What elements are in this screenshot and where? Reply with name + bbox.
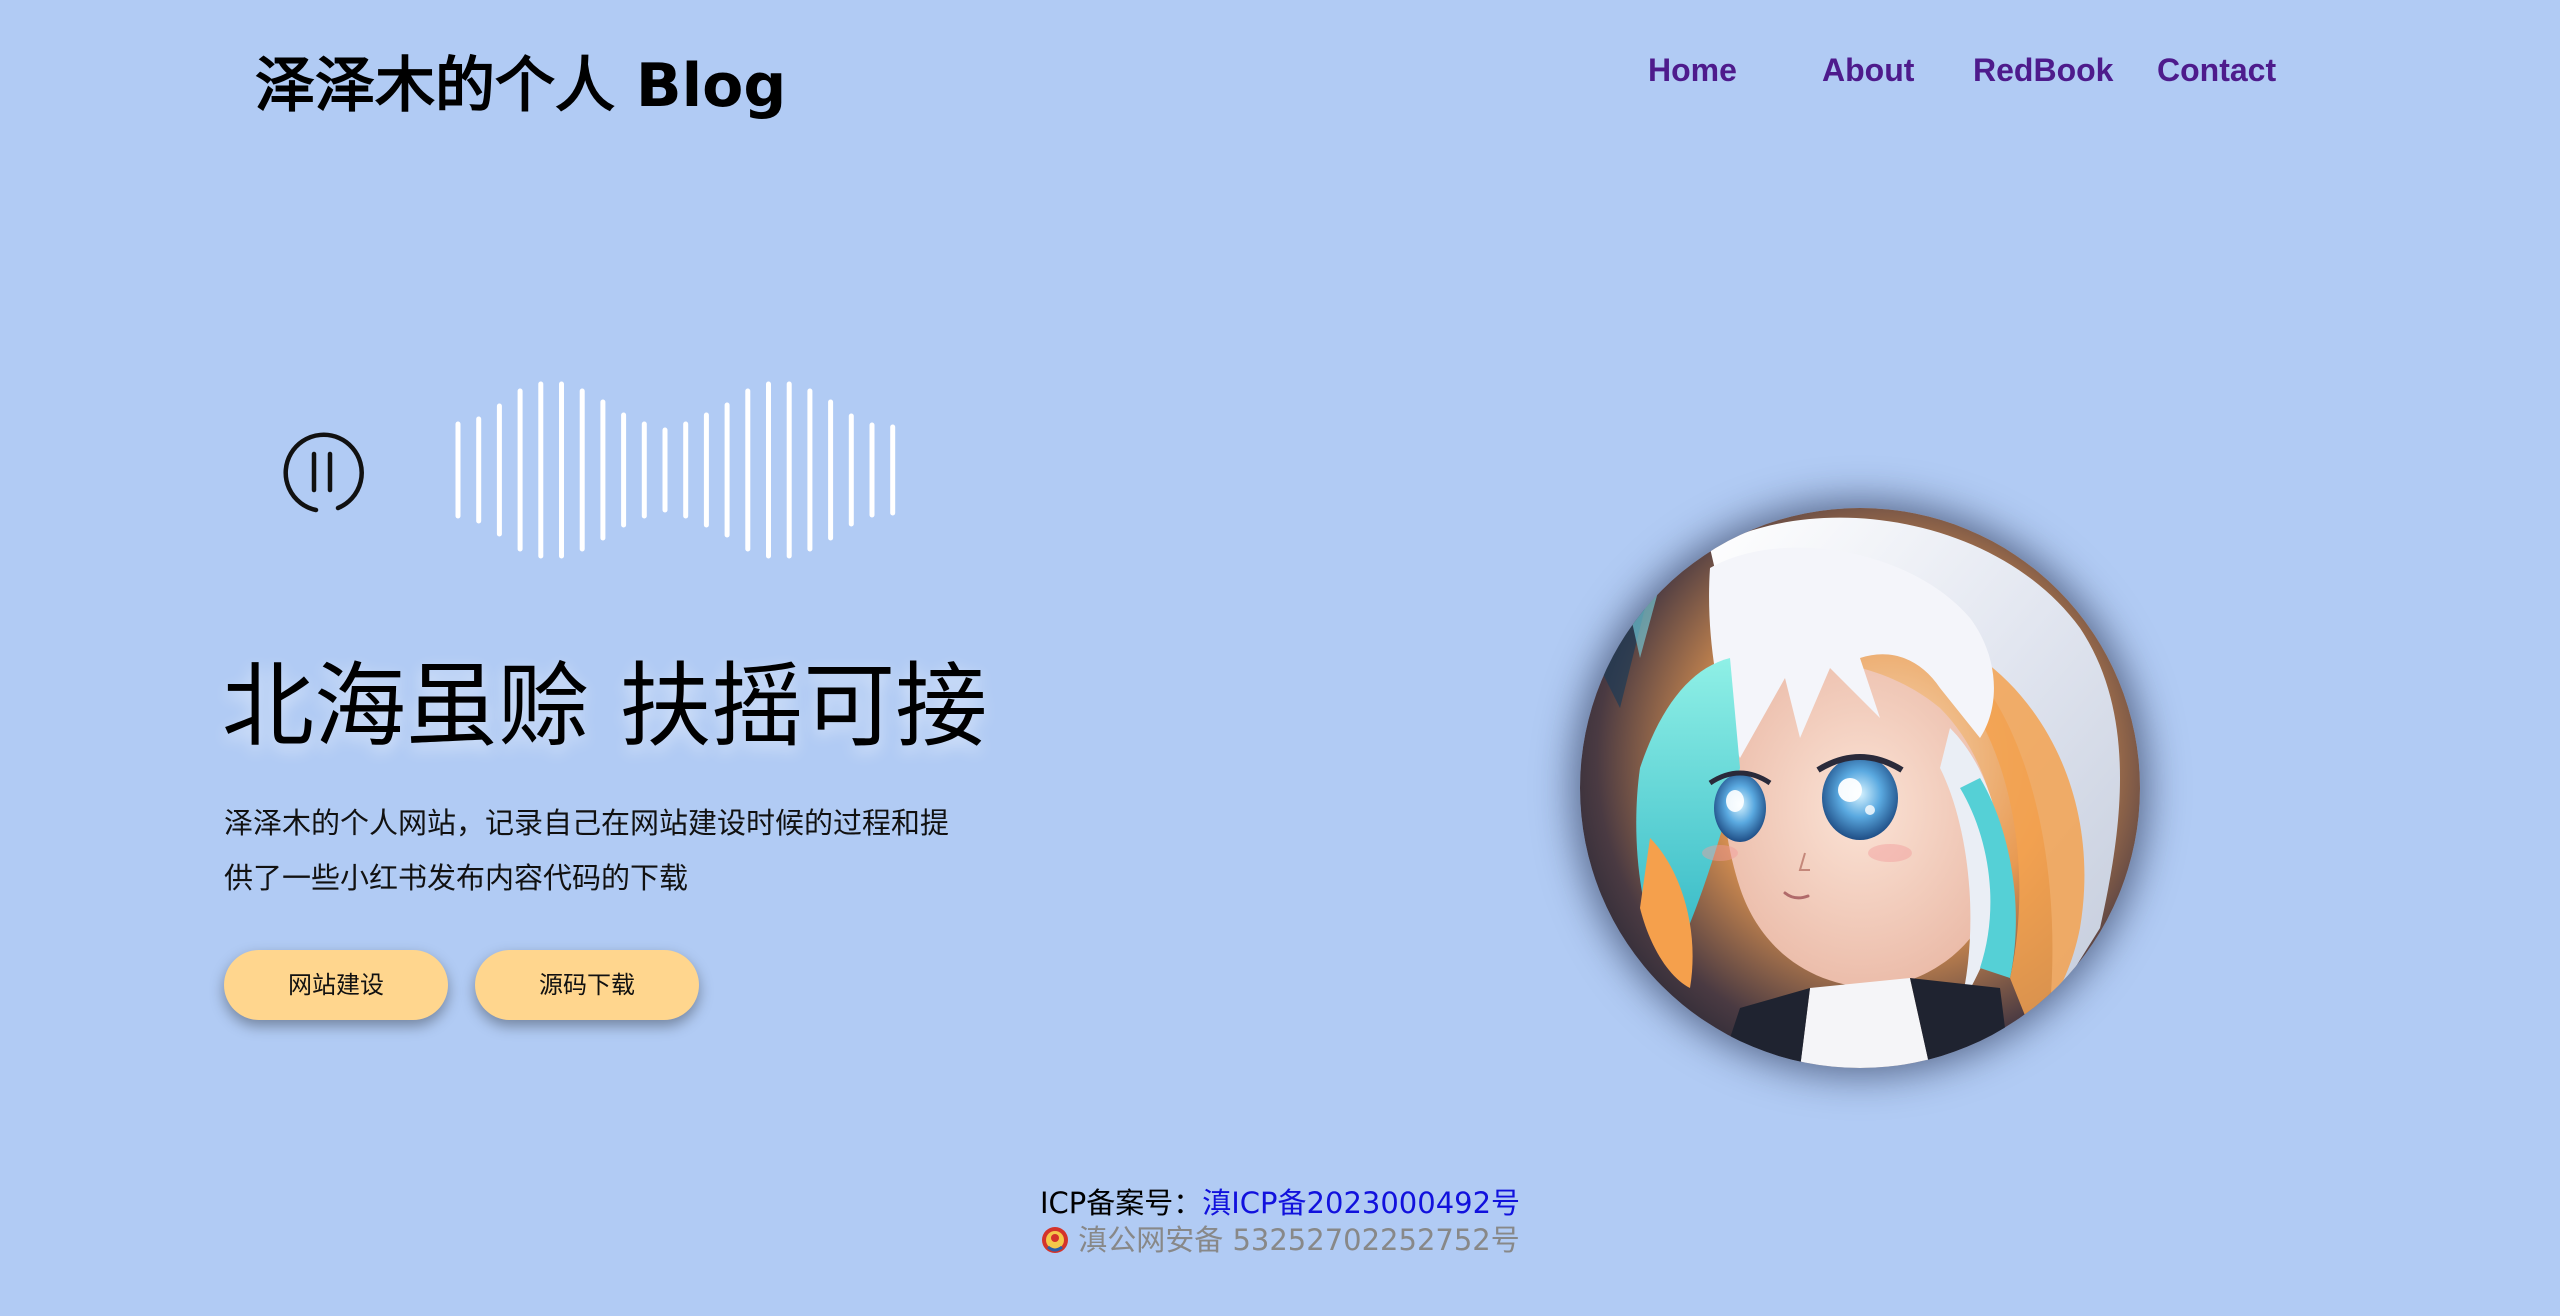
police-record-text: 滇公网安备 53252702252752号 <box>1078 1223 1520 1257</box>
nav-home[interactable]: Home <box>1648 48 1737 93</box>
footer: ICP备案号：滇ICP备2023000492号 滇公网安备 5325270225… <box>0 1184 2560 1258</box>
pause-button[interactable] <box>278 428 366 516</box>
police-badge-icon <box>1040 1225 1070 1255</box>
audio-waveform-icon <box>455 381 896 559</box>
icp-link[interactable]: 滇ICP备2023000492号 <box>1202 1186 1520 1220</box>
nav-redbook[interactable]: RedBook <box>1973 48 2113 93</box>
police-record-line[interactable]: 滇公网安备 53252702252752号 <box>0 1222 2560 1258</box>
pause-circle-icon <box>283 432 364 513</box>
nav-contact[interactable]: Contact <box>2157 48 2276 93</box>
site-building-button[interactable]: 网站建设 <box>224 950 448 1020</box>
hero-slogan: 北海虽赊 扶摇可接 <box>222 653 988 760</box>
anime-avatar-portrait <box>1580 508 2140 1068</box>
icp-label: ICP备案号： <box>1039 1186 1203 1220</box>
icp-line: ICP备案号：滇ICP备2023000492号 <box>0 1184 2560 1222</box>
nav-about[interactable]: About <box>1822 48 1914 93</box>
main-nav: Home About RedBook Contact <box>1590 48 2310 93</box>
avatar <box>1580 508 2140 1068</box>
source-download-button[interactable]: 源码下载 <box>475 950 699 1020</box>
hero-description: 泽泽木的个人网站，记录自己在网站建设时候的过程和提供了一些小红书发布内容代码的下… <box>224 806 950 895</box>
audio-visualizer <box>450 380 910 560</box>
site-title: 泽泽木的个人 Blog <box>255 51 787 121</box>
